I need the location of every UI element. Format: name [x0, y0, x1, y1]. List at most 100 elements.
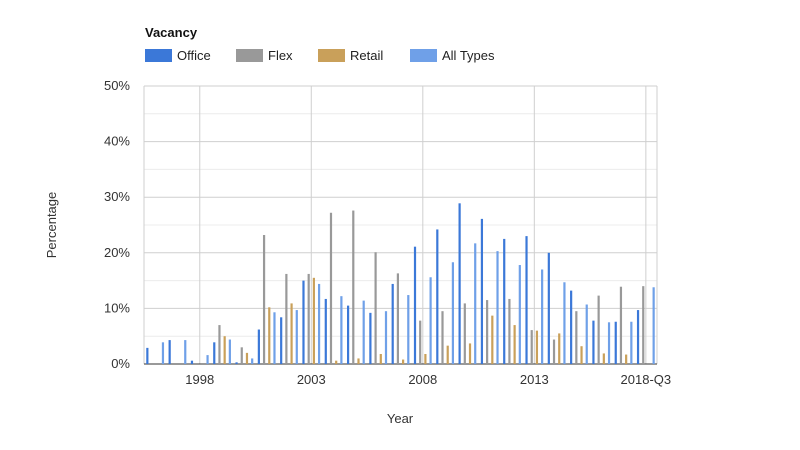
bar-office-2015	[570, 290, 573, 364]
x-axis-ticks: 1998 2003 2008 2013 2018-Q3	[185, 372, 671, 387]
bar-all-types-2016	[607, 322, 611, 364]
bar-flex-2008	[419, 320, 422, 364]
bar-retail-2009	[446, 345, 449, 364]
bars	[146, 203, 655, 364]
bar-retail-1999	[223, 336, 226, 364]
bar-all-types-2004	[340, 296, 343, 364]
chart-canvas: Vacancy Office Flex Retail All Types 0% 10% 2…	[44, 25, 671, 426]
bar-retail-2002	[290, 303, 293, 364]
bar-office-2010	[458, 203, 461, 364]
bar-all-types-2007	[407, 295, 410, 364]
x-tick-label: 2013	[520, 372, 549, 387]
bar-retail-2004	[335, 360, 338, 364]
bar-flex-2013	[530, 330, 533, 364]
x-tick-label: 2018-Q3	[621, 372, 672, 387]
bar-retail-2013	[535, 330, 539, 364]
bar-all-types-2002	[295, 310, 298, 364]
bar-all-types-2000	[251, 358, 254, 364]
legend-label-1: Flex	[268, 48, 293, 63]
bar-retail-2007	[402, 359, 405, 364]
bar-flex-2000	[240, 347, 243, 364]
bar-retail-2017	[625, 354, 628, 364]
bar-all-types-2008	[429, 277, 432, 364]
bar-all-types-2006	[384, 311, 388, 364]
bar-office-2007	[391, 283, 394, 364]
bar-flex-2012	[508, 298, 511, 364]
x-tick-label: 1998	[185, 372, 214, 387]
bar-office-2001	[257, 329, 260, 364]
bar-office-2008	[413, 246, 417, 364]
x-axis-title: Year	[387, 411, 414, 426]
bar-office-2003	[302, 280, 305, 364]
x-tick-label: 2008	[408, 372, 437, 387]
bar-all-types-2003	[317, 283, 321, 364]
bar-retail-2012	[513, 325, 516, 364]
bar-flex-2001	[262, 235, 266, 364]
bar-retail-2008	[424, 353, 427, 364]
y-tick-label: 10%	[104, 300, 130, 315]
y-tick-label: 20%	[104, 245, 130, 260]
x-tick-label: 2003	[297, 372, 326, 387]
bar-flex-2016	[597, 295, 600, 364]
bar-all-types-1999	[228, 339, 231, 364]
bar-all-types-2013	[541, 269, 544, 364]
bar-flex-2011	[486, 300, 489, 364]
bar-all-types-2017	[630, 321, 633, 364]
bar-office-2009	[436, 229, 439, 364]
bar-office-2014	[547, 252, 550, 364]
legend-swatch-2	[318, 49, 345, 62]
bar-office-2005	[346, 305, 350, 364]
bar-flex-2004	[329, 212, 333, 364]
bar-office-2002	[280, 317, 283, 364]
bar-all-types-2011	[496, 251, 499, 364]
legend-label-2: Retail	[350, 48, 383, 63]
bar-retail-2015	[580, 346, 583, 364]
bar-flex-2015	[575, 311, 578, 364]
grid-lines	[143, 85, 658, 365]
bar-flex-2017	[619, 286, 623, 364]
bar-all-types-1996	[161, 342, 165, 364]
legend-swatch-1	[236, 49, 263, 62]
bar-office-2013	[525, 236, 528, 364]
bar-flex-2003	[307, 273, 310, 364]
bar-all-types-2018-Q3	[652, 287, 655, 364]
bar-retail-2006	[379, 353, 382, 364]
bar-office-1997	[168, 340, 171, 364]
bar-office-2018-Q3	[636, 310, 640, 364]
bar-flex-2007	[396, 273, 399, 364]
legend-swatch-0	[145, 49, 172, 62]
y-axis-ticks: 0% 10% 20% 30% 40% 50%	[104, 78, 130, 371]
bar-retail-2016	[602, 353, 605, 364]
bar-all-types-1998	[206, 355, 209, 364]
bar-office-2011	[480, 218, 484, 364]
bar-flex-2002	[285, 273, 288, 364]
bar-all-types-2005	[362, 300, 365, 364]
bar-retail-2001	[268, 307, 271, 364]
bar-retail-2010	[468, 343, 472, 364]
bar-flex-2005	[352, 210, 355, 364]
vacancy-chart: Vacancy Office Flex Retail All Types 0% 10% 2…	[0, 0, 800, 450]
y-tick-label: 50%	[104, 78, 130, 93]
bar-flex-2009	[441, 311, 444, 364]
bar-office-2017	[614, 321, 617, 364]
bar-retail-2003	[312, 277, 315, 364]
y-tick-label: 30%	[104, 189, 130, 204]
bar-all-types-2009	[451, 262, 455, 364]
bar-retail-2000	[245, 352, 249, 364]
bar-flex-1999	[218, 325, 221, 364]
bar-all-types-2015	[585, 304, 588, 364]
bar-all-types-2010	[474, 243, 477, 364]
bar-office-1996	[146, 347, 149, 364]
legend-label-3: All Types	[442, 48, 495, 63]
y-tick-label: 40%	[104, 134, 130, 149]
bar-office-1999	[213, 342, 216, 364]
bar-office-2000	[235, 362, 238, 364]
bar-retail-2005	[357, 358, 360, 364]
bar-office-2006	[369, 312, 372, 364]
bar-retail-2014	[558, 333, 561, 364]
legend: Office Flex Retail All Types	[145, 48, 495, 63]
bar-office-2012	[503, 238, 506, 364]
bar-office-1998	[190, 360, 194, 364]
bar-all-types-1997	[184, 340, 187, 364]
bar-flex-2010	[463, 303, 466, 364]
